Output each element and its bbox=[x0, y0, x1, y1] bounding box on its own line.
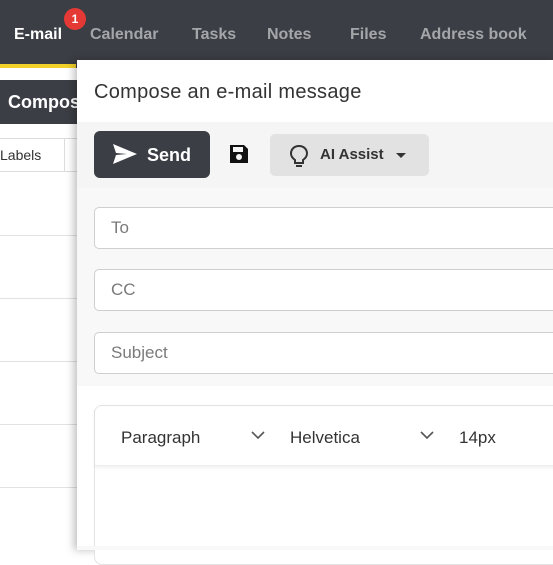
compose-toolbar: Send AI Assist bbox=[77, 122, 553, 188]
column-divider bbox=[64, 139, 65, 171]
nav-tab-calendar[interactable]: Calendar bbox=[90, 26, 158, 44]
dialog-bottom-edge bbox=[77, 546, 553, 550]
compose-dialog: Compose an e-mail message Send AI Assist bbox=[77, 60, 553, 565]
send-button-label: Send bbox=[147, 145, 192, 165]
subject-input[interactable] bbox=[95, 333, 553, 373]
caret-down-icon bbox=[396, 153, 406, 158]
table-row bbox=[0, 424, 80, 425]
cc-input[interactable] bbox=[95, 270, 553, 310]
cc-field bbox=[94, 269, 553, 311]
paper-plane-icon bbox=[113, 144, 137, 164]
nav-tab-notes[interactable]: Notes bbox=[267, 26, 311, 44]
nav-tab-address-book[interactable]: Address book bbox=[420, 26, 527, 44]
message-editor[interactable]: Paragraph Helvetica 14px bbox=[94, 405, 553, 565]
font-size-select[interactable]: 14px bbox=[459, 428, 496, 448]
table-header: Labels bbox=[0, 138, 80, 172]
to-input[interactable] bbox=[95, 208, 553, 248]
active-tab-indicator bbox=[0, 64, 76, 68]
lightbulb-icon bbox=[289, 144, 309, 167]
editor-toolbar: Paragraph Helvetica 14px bbox=[95, 406, 553, 466]
table-row bbox=[0, 487, 80, 488]
table-row bbox=[0, 361, 80, 362]
chevron-down-icon[interactable] bbox=[420, 430, 434, 440]
block-format-select[interactable]: Paragraph bbox=[121, 428, 200, 448]
top-navigation: E-mail 1 Calendar Tasks Notes Files Addr… bbox=[0, 0, 553, 68]
send-button[interactable]: Send bbox=[94, 131, 210, 178]
unread-badge: 1 bbox=[64, 8, 86, 30]
nav-tab-tasks[interactable]: Tasks bbox=[192, 26, 236, 44]
to-field bbox=[94, 207, 553, 249]
recipient-form bbox=[77, 188, 553, 386]
table-row bbox=[0, 235, 80, 236]
nav-tab-email[interactable]: E-mail bbox=[14, 26, 62, 44]
ai-assist-dropdown[interactable]: AI Assist bbox=[270, 134, 429, 176]
font-family-select[interactable]: Helvetica bbox=[290, 428, 360, 448]
nav-tab-files[interactable]: Files bbox=[350, 26, 386, 44]
table-row bbox=[0, 298, 80, 299]
labels-column-header[interactable]: Labels bbox=[0, 147, 41, 163]
floppy-disk-icon[interactable] bbox=[227, 142, 251, 166]
dialog-title: Compose an e-mail message bbox=[94, 81, 362, 103]
ai-assist-label: AI Assist bbox=[320, 146, 384, 163]
subject-field bbox=[94, 332, 553, 374]
chevron-down-icon[interactable] bbox=[251, 430, 265, 440]
